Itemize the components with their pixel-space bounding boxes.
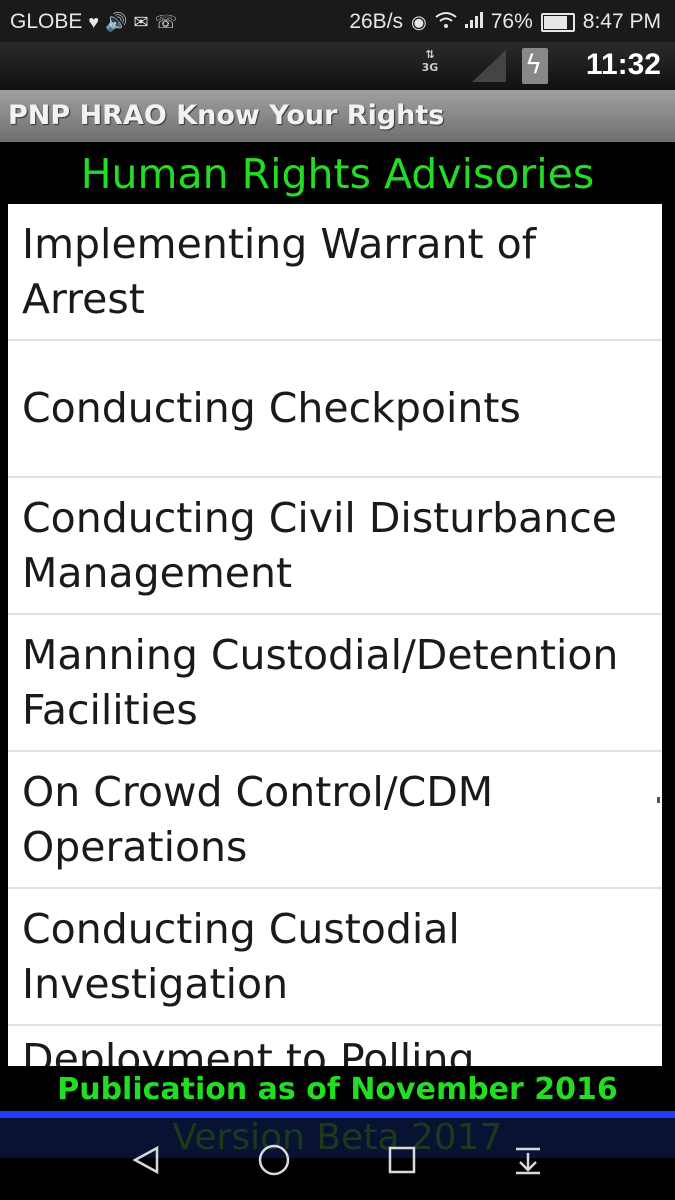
battery-icon [540, 12, 575, 32]
phone-status-bar: GLOBE ♥ 🔊 ✉ ☏ 26B/s ◉ 76% 8:47 PM [0, 0, 675, 42]
battery-percent: 76% [490, 10, 533, 33]
notification-pull-icon[interactable] [508, 1138, 548, 1182]
viber-icon: ☏ [154, 12, 178, 32]
emulator-status-bar: ⇅ 3G ϟ 11:32 [0, 42, 675, 90]
emulator-clock: 11:32 [585, 48, 661, 81]
list-scrollbar[interactable] [657, 797, 660, 803]
net-speed: 26B/s [349, 10, 404, 33]
carrier-label: GLOBE [10, 10, 83, 33]
list-item-crowd-control[interactable]: On Crowd Control/CDM Operations [8, 752, 662, 889]
phone-time: 8:47 PM [582, 10, 661, 33]
list-item-custodial-facilities[interactable]: Manning Custodial/Detention Facilities [8, 615, 662, 752]
wifi-icon [435, 11, 457, 33]
recents-icon[interactable] [382, 1138, 422, 1182]
home-icon[interactable] [254, 1138, 294, 1182]
mail-icon: ✉ [133, 12, 149, 32]
back-icon[interactable] [126, 1138, 166, 1182]
list-item-custodial-investigation[interactable]: Conducting Custodial Investigation [8, 889, 662, 1026]
heart-icon: ♥ [88, 12, 100, 32]
network-label: 3G [421, 61, 439, 74]
list-item-warrant-of-arrest[interactable]: Implementing Warrant of Arrest [8, 204, 662, 341]
list-item-civil-disturbance[interactable]: Conducting Civil Disturbance Management [8, 478, 662, 615]
eye-icon: ◉ [411, 12, 427, 32]
signal-icon [464, 12, 483, 32]
version-label: Version Beta 2017 [0, 1118, 675, 1158]
publication-footer: Publication as of November 2016 [57, 1072, 618, 1107]
list-item-polling-deployment[interactable]: Deployment to Polling [8, 1026, 662, 1066]
charging-battery-icon: ϟ [522, 48, 548, 84]
volume-icon: 🔊 [105, 12, 128, 32]
list-item-checkpoints[interactable]: Conducting Checkpoints [8, 341, 662, 478]
app-title-bar: PNP HRAO Know Your Rights [0, 90, 675, 142]
network-indicator: ⇅ 3G [421, 48, 439, 74]
signal-strength-icon [472, 50, 506, 86]
section-heading: Human Rights Advisories [80, 150, 595, 198]
advisories-list[interactable]: Implementing Warrant of Arrest Conductin… [8, 204, 662, 1066]
blue-divider [0, 1111, 675, 1118]
